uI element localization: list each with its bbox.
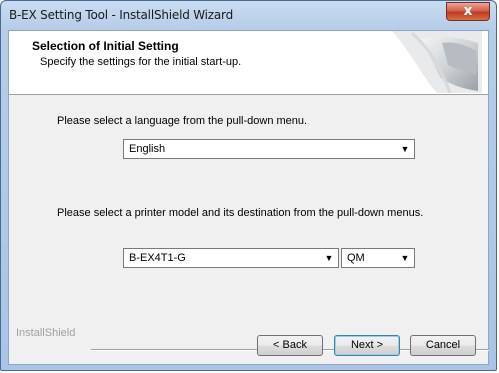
printer-model-value: B-EX4T1-G	[129, 252, 186, 264]
close-icon: x	[463, 3, 473, 19]
chevron-down-icon: ▼	[400, 144, 410, 154]
chevron-down-icon: ▼	[400, 253, 410, 263]
header-title: Selection of Initial Setting	[32, 39, 179, 53]
header-subtitle: Specify the settings for the initial sta…	[40, 56, 242, 68]
cancel-button[interactable]: Cancel	[410, 335, 476, 356]
title-bar[interactable]: B-EX Setting Tool - InstallShield Wizard…	[1, 1, 496, 29]
printer-prompt: Please select a printer model and its de…	[57, 207, 424, 219]
installer-banner-graphic	[392, 31, 482, 93]
destination-value: QM	[347, 252, 365, 264]
language-select[interactable]: English ▼	[123, 139, 415, 159]
back-button[interactable]: < Back	[257, 335, 323, 356]
destination-select[interactable]: QM ▼	[341, 248, 415, 268]
wizard-header: Selection of Initial Setting Specify the…	[9, 31, 488, 95]
chevron-down-icon: ▼	[324, 253, 334, 263]
window-title: B-EX Setting Tool - InstallShield Wizard	[9, 8, 233, 22]
printer-model-select[interactable]: B-EX4T1-G ▼	[123, 248, 339, 268]
next-button[interactable]: Next >	[334, 335, 400, 356]
installer-window: B-EX Setting Tool - InstallShield Wizard…	[0, 0, 497, 371]
wizard-client: Selection of Initial Setting Specify the…	[8, 30, 489, 365]
language-prompt: Please select a language from the pull-d…	[57, 115, 308, 127]
language-select-value: English	[129, 143, 166, 155]
installshield-brand: InstallShield	[16, 327, 76, 339]
close-button[interactable]: x	[446, 2, 490, 21]
